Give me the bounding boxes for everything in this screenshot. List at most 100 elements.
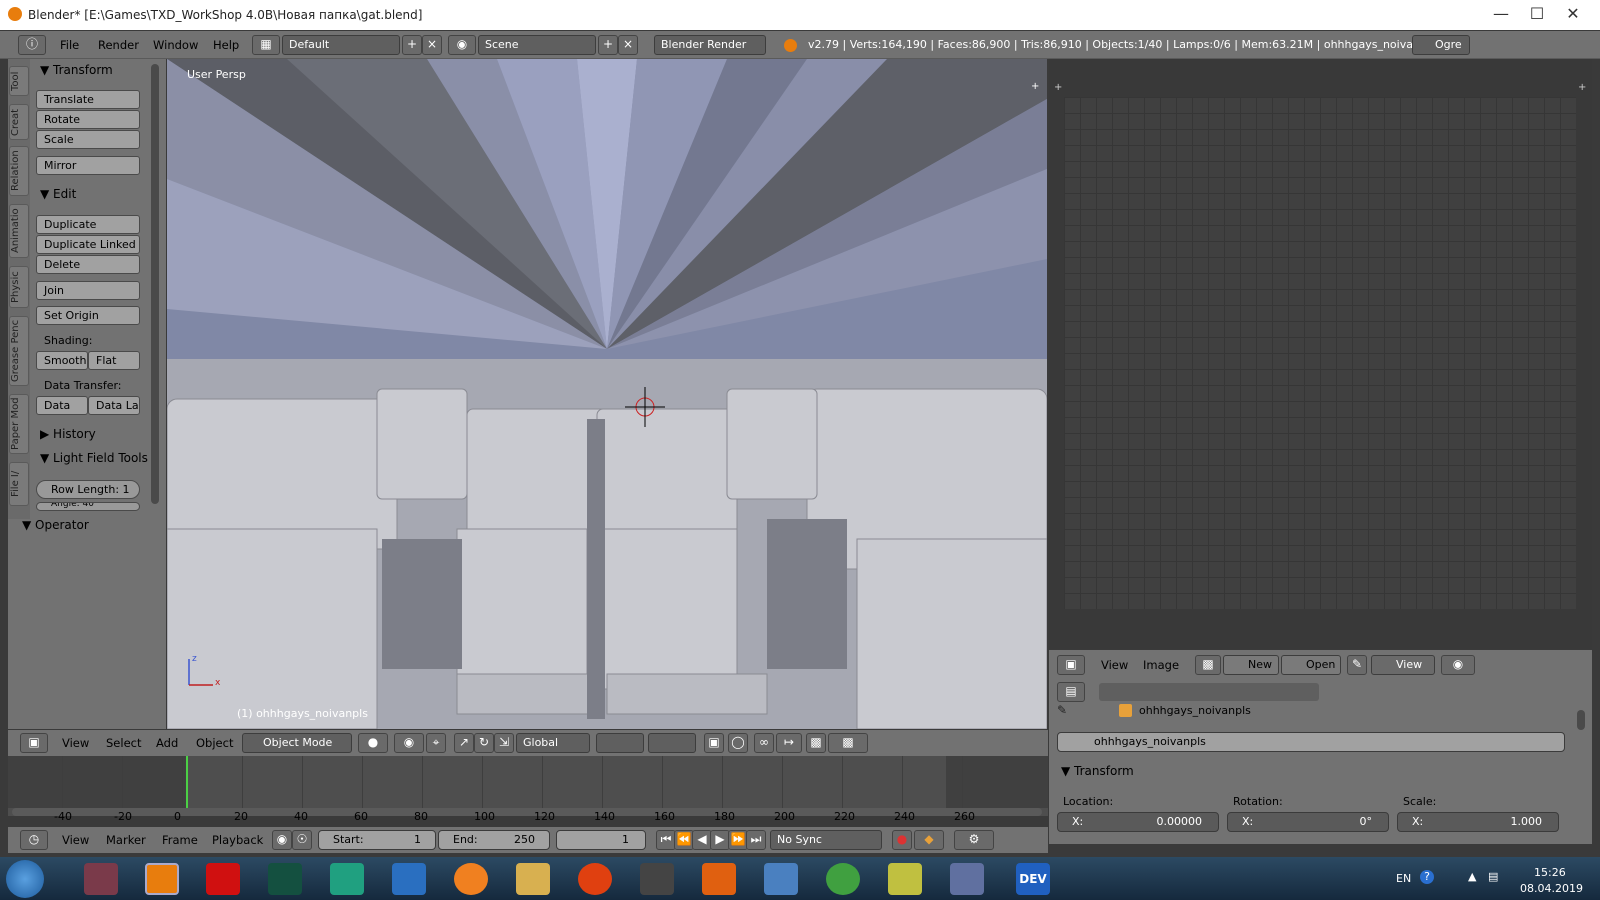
viewport-properties-toggle-icon[interactable]: +: [1031, 81, 1041, 92]
current-frame-marker[interactable]: [186, 756, 188, 808]
yandex-taskbar-icon[interactable]: [206, 863, 240, 895]
operator-panel-header[interactable]: ▼ Operator: [22, 518, 89, 532]
map-app-taskbar-icon[interactable]: [826, 863, 860, 895]
transform-properties-header[interactable]: ▼ Transform: [1061, 764, 1134, 778]
properties-editor-type-icon[interactable]: ▤: [1057, 682, 1085, 702]
play-icon[interactable]: ▶: [710, 830, 730, 850]
winrar-taskbar-icon[interactable]: [84, 863, 118, 895]
scene-select[interactable]: Scene: [478, 35, 596, 55]
lock-camera-layers-icon[interactable]: ▣: [704, 733, 724, 753]
timeline-editor-type-icon[interactable]: ◷: [20, 830, 48, 850]
translate-button[interactable]: Translate: [36, 90, 140, 109]
properties-context-tabs[interactable]: [1099, 683, 1319, 701]
close-icon[interactable]: ✕: [1556, 2, 1590, 28]
network-app-taskbar-icon[interactable]: [764, 863, 798, 895]
rotation-x-field[interactable]: X: 0°: [1227, 812, 1389, 832]
view-mode-select[interactable]: View: [1371, 655, 1435, 675]
record-icon[interactable]: ●: [892, 830, 912, 850]
marker-menu[interactable]: Marker: [106, 833, 146, 847]
tab-animation[interactable]: Animatio: [9, 204, 29, 258]
select-menu[interactable]: Select: [106, 736, 141, 750]
object-name-field[interactable]: ohhhgays_noivanpls: [1057, 732, 1565, 752]
tab-create[interactable]: Creat: [9, 104, 29, 140]
editor-taskbar-icon[interactable]: [950, 863, 984, 895]
transform-orientation-select[interactable]: Global: [516, 733, 590, 753]
layer-buttons-b[interactable]: [648, 733, 696, 753]
pivot-point-icon[interactable]: ◉: [394, 733, 424, 753]
image-menu-view[interactable]: View: [1101, 658, 1128, 672]
frame-menu[interactable]: Frame: [162, 833, 198, 847]
proportional-edit-icon[interactable]: ◯: [728, 733, 748, 753]
show-hidden-icons-icon[interactable]: ▲: [1468, 870, 1476, 883]
jump-start-icon[interactable]: ⏮: [656, 830, 676, 850]
uv-grid[interactable]: [1064, 97, 1576, 609]
tab-file-io[interactable]: File I/: [9, 462, 29, 506]
3d-viewport[interactable]: z x User Persp (1) ohhhgays_noivanpls +: [167, 59, 1047, 729]
blender-taskbar-icon[interactable]: [145, 863, 179, 895]
mirror-button[interactable]: Mirror: [36, 156, 140, 175]
rotate-button[interactable]: Rotate: [36, 110, 140, 129]
translate-manipulator-icon[interactable]: ↗: [454, 733, 474, 753]
properties-scrollbar[interactable]: [1577, 710, 1585, 730]
clock-time[interactable]: 15:26: [1534, 866, 1566, 879]
image-browse-icon[interactable]: ▩: [1195, 655, 1221, 675]
data-button[interactable]: Data: [36, 396, 88, 415]
menu-help[interactable]: Help: [213, 38, 239, 52]
add-menu[interactable]: Add: [156, 736, 178, 750]
set-origin-select[interactable]: Set Origin: [36, 306, 140, 325]
keying-set-icon[interactable]: ◆: [914, 830, 944, 850]
flat-button[interactable]: Flat: [88, 351, 140, 370]
language-indicator[interactable]: EN: [1396, 872, 1411, 885]
play-reverse-icon[interactable]: ◀: [692, 830, 712, 850]
network-icon[interactable]: ▤: [1488, 870, 1498, 883]
rotate-manipulator-icon[interactable]: ↻: [474, 733, 494, 753]
playback-menu[interactable]: Playback: [212, 833, 263, 847]
row-length-field[interactable]: Row Length: 1: [36, 480, 140, 499]
auto-key-icon[interactable]: ◉: [272, 830, 292, 850]
scale-x-field[interactable]: X: 1.000: [1397, 812, 1559, 832]
image-editor-tools-toggle-icon[interactable]: +: [1054, 82, 1062, 93]
opengl-render-icon[interactable]: ▩: [806, 733, 826, 753]
duplicate-button[interactable]: Duplicate: [36, 215, 140, 234]
edit-panel-header[interactable]: ▼ Edit: [40, 187, 76, 201]
insert-keyframe-icon[interactable]: ⚙: [954, 830, 994, 850]
3dsmax-taskbar-icon[interactable]: [330, 863, 364, 895]
ogre-button[interactable]: Ogre: [1412, 35, 1470, 55]
tab-grease-pencil[interactable]: Grease Penc: [9, 316, 29, 386]
speedometer-taskbar-icon[interactable]: [268, 863, 302, 895]
jump-end-icon[interactable]: ⏭: [746, 830, 766, 850]
view-menu[interactable]: View: [62, 736, 89, 750]
location-x-field[interactable]: X: 0.00000: [1057, 812, 1219, 832]
menu-file[interactable]: File: [60, 38, 79, 52]
toolshelf-scrollbar[interactable]: [151, 64, 159, 504]
maximize-icon[interactable]: ☐: [1520, 2, 1554, 28]
triangle-app-taskbar-icon[interactable]: [640, 863, 674, 895]
image-display-channels-icon[interactable]: ◉: [1441, 655, 1475, 675]
screen-layout-select[interactable]: Default: [282, 35, 400, 55]
lightfield-panel-header[interactable]: ▼ Light Field Tools: [40, 451, 148, 465]
image-editor-corner-icon[interactable]: +: [1578, 82, 1586, 93]
current-frame-field[interactable]: 1: [556, 830, 646, 850]
add-scene-icon[interactable]: +: [598, 35, 618, 55]
minimize-icon[interactable]: —: [1484, 2, 1518, 28]
render-engine-select[interactable]: Blender Render: [654, 35, 766, 55]
image-editor-type-icon[interactable]: ▣: [1057, 655, 1085, 675]
info-editor-type-icon[interactable]: ⓘ: [18, 35, 46, 55]
new-image-button[interactable]: New: [1223, 655, 1279, 675]
tab-tool[interactable]: Tool: [9, 66, 29, 96]
join-button[interactable]: Join: [36, 281, 140, 300]
image-menu-image[interactable]: Image: [1143, 658, 1179, 672]
snap-toggle-icon[interactable]: ∞: [754, 733, 774, 753]
sublime-taskbar-icon[interactable]: [702, 863, 736, 895]
explorer-taskbar-icon[interactable]: [516, 863, 550, 895]
dev-taskbar-icon[interactable]: DEV: [1016, 863, 1050, 895]
remove-scene-icon[interactable]: ×: [618, 35, 638, 55]
scale-manipulator-icon[interactable]: ⇲: [494, 733, 514, 753]
start-button[interactable]: [6, 860, 44, 898]
object-menu[interactable]: Object: [196, 736, 233, 750]
history-panel-header[interactable]: ▶ History: [40, 427, 96, 441]
angle-field[interactable]: Angle: 40°: [36, 502, 140, 511]
jump-next-keyframe-icon[interactable]: ⏩: [728, 830, 748, 850]
pin-icon[interactable]: ✎: [1057, 703, 1067, 717]
remove-screen-icon[interactable]: ×: [422, 35, 442, 55]
